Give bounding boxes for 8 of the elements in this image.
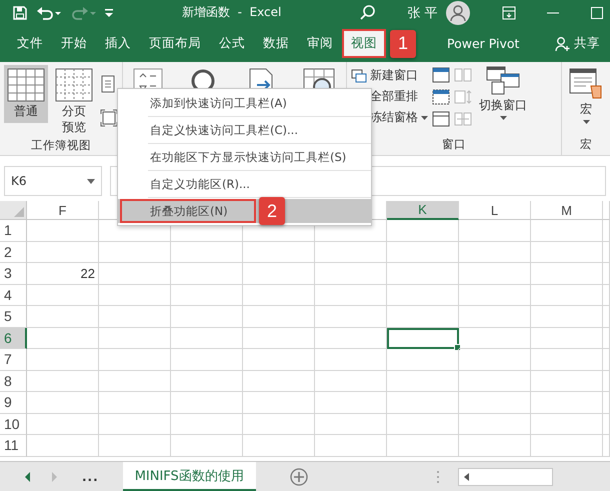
window-title: 新增函数 - Excel: [182, 4, 282, 21]
callout-badge: 2: [259, 197, 285, 225]
table-cell: 22: [27, 263, 99, 284]
user-name: 张 平: [407, 4, 438, 22]
callout-badge: 1: [390, 30, 416, 58]
group-label: 宏: [579, 137, 593, 153]
group-label: 工作簿视图: [30, 138, 92, 154]
group-label: 窗口: [441, 137, 468, 153]
